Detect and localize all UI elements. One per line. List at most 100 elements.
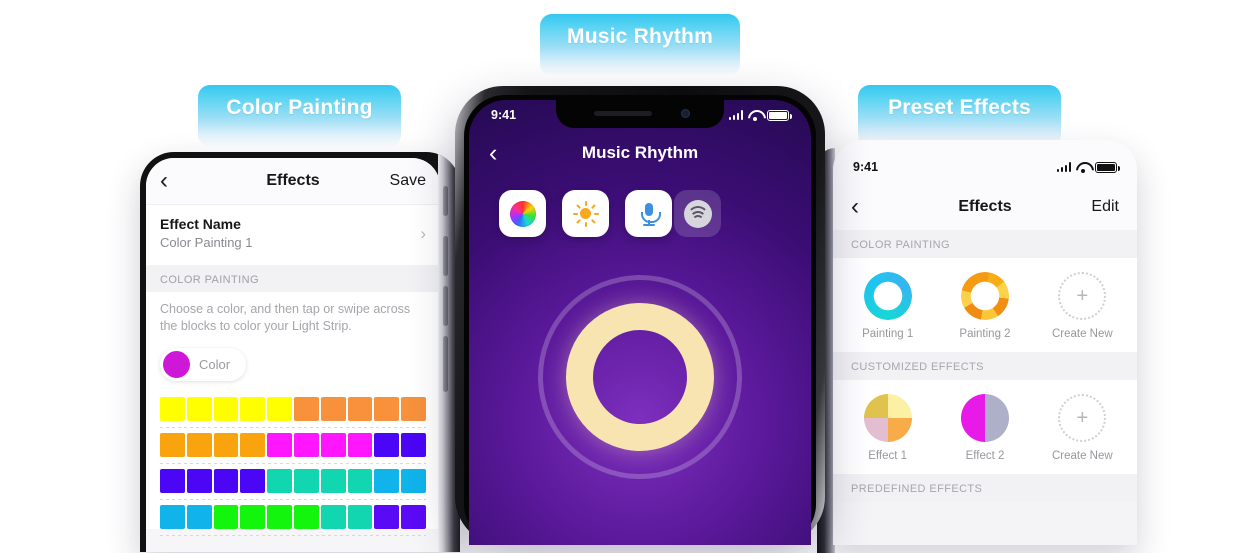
color-block[interactable] bbox=[267, 397, 292, 422]
color-wheel-button[interactable] bbox=[499, 190, 546, 237]
signal-bars-icon bbox=[728, 110, 743, 120]
effect-thumbnail-icon bbox=[960, 272, 1009, 320]
phone-left: ‹ Effects Save Effect Name Color Paintin… bbox=[140, 152, 460, 552]
effect-item[interactable]: Effect 1 bbox=[839, 394, 936, 462]
color-block[interactable] bbox=[374, 469, 400, 494]
color-block[interactable] bbox=[213, 505, 239, 530]
effect-item[interactable]: + Create New bbox=[1034, 394, 1131, 462]
color-block[interactable] bbox=[293, 469, 319, 494]
edit-button[interactable]: Edit bbox=[1091, 198, 1119, 216]
silent-switch bbox=[443, 186, 448, 216]
color-chip-wrap: Color bbox=[146, 338, 440, 396]
effect-item[interactable]: Painting 2 bbox=[936, 272, 1033, 340]
mode-icon-row bbox=[469, 176, 811, 237]
color-block[interactable] bbox=[401, 469, 426, 494]
color-block[interactable] bbox=[320, 397, 346, 422]
color-block[interactable] bbox=[267, 505, 292, 530]
color-block[interactable] bbox=[401, 397, 426, 422]
center-navbar: ‹ Music Rhythm bbox=[469, 130, 811, 176]
color-block[interactable] bbox=[160, 469, 185, 494]
center-status-bar: 9:41 bbox=[469, 100, 811, 130]
effect-caption: Painting 1 bbox=[862, 328, 914, 340]
right-navbar: ‹ Effects Edit bbox=[833, 184, 1137, 230]
effect-thumbnail-icon bbox=[863, 394, 912, 442]
back-icon[interactable]: ‹ bbox=[489, 140, 497, 166]
brightness-button[interactable] bbox=[562, 190, 609, 237]
effects-grid: Effect 1 Effect 2 + Create New bbox=[833, 380, 1137, 474]
color-block-row[interactable] bbox=[160, 505, 426, 537]
color-block[interactable] bbox=[347, 433, 373, 458]
chevron-right-icon: › bbox=[420, 223, 426, 243]
color-block[interactable] bbox=[374, 505, 400, 530]
color-block[interactable] bbox=[186, 469, 212, 494]
plus-icon: + bbox=[1058, 394, 1107, 442]
section-header: COLOR PAINTING bbox=[833, 230, 1137, 258]
color-block[interactable] bbox=[320, 433, 346, 458]
color-block[interactable] bbox=[267, 469, 292, 494]
color-block[interactable] bbox=[347, 505, 373, 530]
color-block[interactable] bbox=[347, 469, 373, 494]
color-block[interactable] bbox=[160, 505, 185, 530]
effect-caption: Effect 1 bbox=[868, 450, 908, 462]
color-block[interactable] bbox=[293, 397, 319, 422]
color-block[interactable] bbox=[186, 505, 212, 530]
effect-name-row[interactable]: Effect Name Color Painting 1 › bbox=[146, 205, 440, 265]
color-block[interactable] bbox=[320, 505, 346, 530]
color-block-row[interactable] bbox=[160, 433, 426, 465]
callout-color-painting-text: Color Painting bbox=[226, 96, 373, 119]
color-block[interactable] bbox=[186, 397, 212, 422]
battery-icon bbox=[1095, 161, 1120, 173]
color-block[interactable] bbox=[267, 433, 292, 458]
effects-sections: COLOR PAINTING Painting 1 Painting 2 + Creat… bbox=[833, 230, 1137, 502]
color-block[interactable] bbox=[160, 433, 185, 458]
effect-item[interactable]: Painting 1 bbox=[839, 272, 936, 340]
color-block-row[interactable] bbox=[160, 469, 426, 501]
color-block[interactable] bbox=[213, 397, 239, 422]
color-block[interactable] bbox=[213, 469, 239, 494]
effect-item[interactable]: + Create New bbox=[1034, 272, 1131, 340]
color-block[interactable] bbox=[240, 505, 266, 530]
color-block[interactable] bbox=[374, 433, 400, 458]
color-block-row[interactable] bbox=[160, 397, 426, 429]
color-block[interactable] bbox=[293, 433, 319, 458]
color-block[interactable] bbox=[293, 505, 319, 530]
color-block-grid[interactable] bbox=[146, 395, 440, 537]
wifi-icon bbox=[1076, 162, 1090, 173]
help-text: Choose a color, and then tap or swipe ac… bbox=[146, 291, 440, 339]
status-indicators bbox=[1056, 161, 1120, 173]
color-block[interactable] bbox=[374, 397, 400, 422]
status-time: 9:41 bbox=[853, 160, 879, 174]
color-block[interactable] bbox=[401, 433, 426, 458]
effect-item[interactable]: Effect 2 bbox=[936, 394, 1033, 462]
color-block[interactable] bbox=[213, 433, 239, 458]
spotify-button[interactable] bbox=[674, 190, 721, 237]
phone-center-bezel: 9:41 ‹ Music Rhythm bbox=[464, 95, 816, 545]
plus-icon: + bbox=[1058, 272, 1107, 320]
status-indicators bbox=[728, 109, 792, 121]
color-block[interactable] bbox=[160, 397, 185, 422]
microphone-button[interactable] bbox=[625, 190, 672, 237]
color-picker-chip[interactable]: Color bbox=[160, 348, 247, 382]
color-block[interactable] bbox=[320, 469, 346, 494]
color-chip-label: Color bbox=[199, 357, 231, 373]
section-header: CUSTOMIZED EFFECTS bbox=[833, 352, 1137, 380]
color-block[interactable] bbox=[347, 397, 373, 422]
color-block[interactable] bbox=[240, 433, 266, 458]
battery-icon bbox=[767, 109, 792, 121]
back-icon[interactable]: ‹ bbox=[851, 195, 877, 219]
volume-down-button bbox=[443, 286, 448, 326]
effects-grid: Painting 1 Painting 2 + Create New bbox=[833, 258, 1137, 352]
color-block[interactable] bbox=[240, 397, 266, 422]
spotify-icon bbox=[683, 199, 712, 228]
effect-thumbnail-icon bbox=[863, 272, 912, 320]
color-block[interactable] bbox=[186, 433, 212, 458]
color-block[interactable] bbox=[240, 469, 266, 494]
save-button[interactable]: Save bbox=[390, 172, 426, 190]
color-block[interactable] bbox=[401, 505, 426, 530]
phone-left-screen: ‹ Effects Save Effect Name Color Paintin… bbox=[146, 158, 440, 552]
rhythm-visualizer bbox=[469, 275, 811, 479]
effect-caption: Effect 2 bbox=[965, 450, 1005, 462]
back-icon[interactable]: ‹ bbox=[160, 169, 186, 193]
wifi-icon bbox=[748, 110, 762, 121]
section-header: PREDEFINED EFFECTS bbox=[833, 474, 1137, 502]
